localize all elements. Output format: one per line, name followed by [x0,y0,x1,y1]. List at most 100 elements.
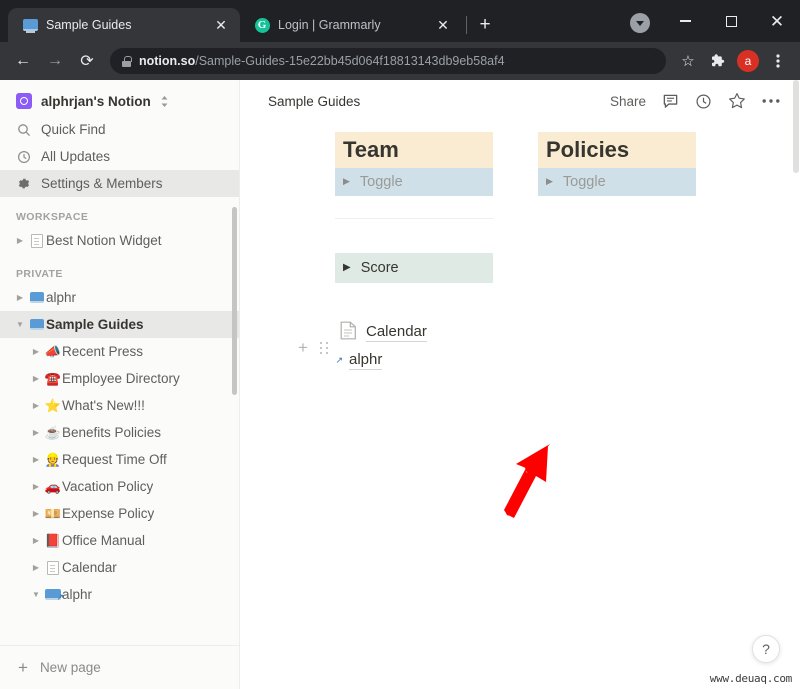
block-handles: + [298,339,329,356]
sidebar-item-calendar[interactable]: ▶ Calendar [0,554,239,581]
chevron-right-icon[interactable]: ▶ [28,455,44,464]
sidebar-item-expense-policy[interactable]: ▶ 💴 Expense Policy [0,500,239,527]
sidebar-item-employee-directory[interactable]: ▶ ☎️ Employee Directory [0,365,239,392]
maximize-button[interactable] [708,0,754,42]
toggle-label: Score [360,259,399,276]
new-page-label: New page [39,660,101,675]
profile-avatar[interactable]: a [734,47,762,75]
heading-block[interactable]: Policies [538,132,696,168]
sidebar-item-label: All Updates [41,149,111,164]
chevron-right-icon[interactable]: ▶ [343,262,351,273]
sidebar-item-benefits-policies[interactable]: ▶ ☕ Benefits Policies [0,419,239,446]
watermark: www.deuaq.com [709,672,793,685]
megaphone-icon: 📣 [44,343,62,359]
tab-login-grammarly[interactable]: G Login | Grammarly ✕ [240,8,462,42]
chevron-right-icon[interactable]: ▶ [546,176,553,187]
drag-handle-icon[interactable] [319,341,329,354]
more-horizontal-icon[interactable] [762,98,780,104]
book-icon: 📕 [44,532,62,548]
list-item[interactable]: alphr [340,347,800,375]
browser-menu-icon[interactable] [764,47,792,75]
chevron-right-icon[interactable]: ▶ [28,401,44,410]
sidebar-item-vacation-policy[interactable]: ▶ 🚗 Vacation Policy [0,473,239,500]
toggle-label: Toggle [562,173,606,190]
block-divider [335,217,493,219]
clock-icon[interactable] [695,93,712,110]
link-label: alphr [349,351,383,371]
sidebar-item-sample-guides[interactable]: ▼ Sample Guides [0,311,239,338]
sidebar-item-alphr[interactable]: ▶ alphr [0,284,239,311]
sidebar-item-office-manual[interactable]: ▶ 📕 Office Manual [0,527,239,554]
reload-button[interactable]: ⟳ [72,46,102,76]
page-content: Team ▶ Toggle Policies ▶ Toggle ▶ Score … [240,114,800,518]
sidebar-item-all-updates[interactable]: All Updates [0,143,239,170]
heading-block[interactable]: Team [335,132,493,168]
link-label: Calendar [366,323,427,343]
sidebar-item-request-time-off[interactable]: ▶ 👷 Request Time Off [0,446,239,473]
close-icon[interactable]: ✕ [434,18,452,32]
red-arrow-annotation [504,444,550,518]
chevron-right-icon[interactable]: ▶ [12,293,28,302]
chevron-right-icon[interactable]: ▶ [28,428,44,437]
money-icon: 💴 [44,505,62,521]
monitor-icon [28,319,46,330]
close-window-button[interactable]: ✕ [754,0,800,42]
back-button[interactable]: ← [8,46,38,76]
breadcrumb[interactable]: Sample Guides [260,94,360,109]
minimize-button[interactable] [662,0,708,42]
sidebar-item-label: What's New!!! [62,398,145,413]
sidebar-item-settings-members[interactable]: Settings & Members [0,170,239,197]
add-block-plus-icon[interactable]: + [298,339,308,356]
help-button[interactable]: ? [752,635,780,663]
chevron-right-icon[interactable]: ▶ [12,236,28,245]
chevron-updown-icon [160,95,169,108]
sidebar-scroll-area: alphrjan's Notion Quick Find All Updates… [0,80,239,645]
close-icon[interactable]: ✕ [212,18,230,32]
chevron-right-icon[interactable]: ▶ [28,482,44,491]
bookmark-star-icon[interactable]: ☆ [674,47,702,75]
chevron-down-icon[interactable]: ▼ [12,320,28,329]
tab-title: Sample Guides [46,18,132,32]
sidebar-item-recent-press[interactable]: ▶ 📣 Recent Press [0,338,239,365]
sidebar-item-best-notion-widget[interactable]: ▶ Best Notion Widget [0,227,239,254]
column-team: Team ▶ Toggle [335,132,493,196]
page-link-list: Calendar alphr [340,319,800,375]
tab-divider [466,16,467,34]
page-title: Sample Guides [268,93,361,109]
chevron-right-icon[interactable]: ▶ [28,509,44,518]
extensions-puzzle-icon[interactable] [704,47,732,75]
forward-button[interactable]: → [40,46,70,76]
list-item[interactable]: Calendar [340,319,800,347]
chevron-right-icon[interactable]: ▶ [28,374,44,383]
workspace-switcher[interactable]: alphrjan's Notion [0,86,239,116]
chevron-down-icon[interactable]: ▼ [28,590,44,599]
star-icon[interactable] [728,92,746,110]
new-tab-button[interactable]: + [471,11,499,39]
tab-title: Login | Grammarly [278,18,381,32]
sidebar-item-whats-new[interactable]: ▶ ⭐ What's New!!! [0,392,239,419]
sidebar-item-label: Request Time Off [62,452,167,467]
sidebar-item-quick-find[interactable]: Quick Find [0,116,239,143]
toggle-block-policies[interactable]: ▶ Toggle [538,167,696,196]
tab-search-button[interactable] [630,13,650,33]
sidebar-item-label: Settings & Members [41,176,163,191]
notion-workspace-logo [16,93,32,109]
close-icon: ✕ [769,11,785,31]
sidebar-item-alphr-link[interactable]: ▼ alphr [0,581,239,608]
sidebar-item-label: alphr [62,587,93,602]
chevron-right-icon[interactable]: ▶ [343,176,350,187]
chevron-right-icon[interactable]: ▶ [28,347,44,356]
tab-sample-guides[interactable]: Sample Guides ✕ [8,8,240,42]
share-button[interactable]: Share [610,94,646,109]
address-bar[interactable]: notion.so/Sample-Guides-15e22bb45d064f18… [110,48,666,74]
main-scrollbar[interactable] [793,80,799,173]
chevron-right-icon[interactable]: ▶ [28,536,44,545]
chevron-right-icon[interactable]: ▶ [28,563,44,572]
toggle-block-team[interactable]: ▶ Toggle [335,167,493,196]
sidebar-section-private: PRIVATE [16,268,63,280]
sidebar-scrollbar[interactable] [232,207,237,395]
comment-icon[interactable] [662,93,679,110]
toggle-block-score[interactable]: ▶ Score [335,252,493,283]
new-page-button[interactable]: + New page [0,645,239,689]
sidebar-item-label: Calendar [62,560,117,575]
